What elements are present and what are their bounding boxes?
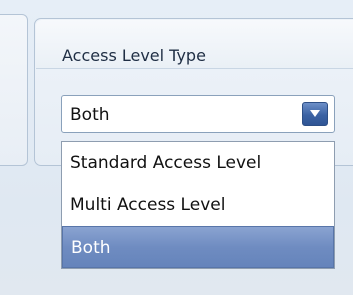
access-level-type-combobox[interactable]: Both <box>61 95 335 133</box>
option-standard-access-level[interactable]: Standard Access Level <box>62 142 334 184</box>
option-both[interactable]: Both <box>62 226 334 268</box>
chevron-down-icon <box>310 110 320 117</box>
dropdown-button[interactable] <box>302 102 328 126</box>
group-title: Access Level Type <box>62 46 206 65</box>
group-header: Access Level Type <box>36 20 353 69</box>
option-multi-access-level[interactable]: Multi Access Level <box>62 184 334 226</box>
combobox-value: Both <box>70 105 110 125</box>
adjacent-panel <box>0 14 28 166</box>
access-level-dropdown-list: Standard Access Level Multi Access Level… <box>61 141 335 269</box>
